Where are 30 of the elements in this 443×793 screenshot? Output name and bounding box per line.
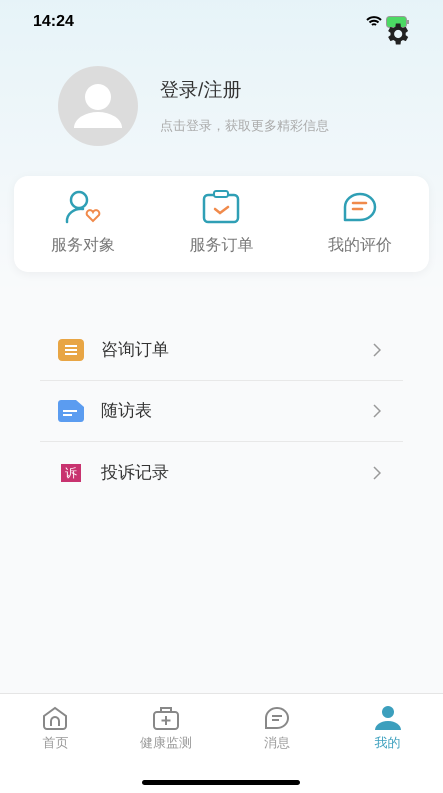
- person-icon: [374, 706, 402, 730]
- menu-item[interactable]: 咨询订单: [40, 320, 403, 381]
- menu-item[interactable]: 诉 投诉记录: [40, 442, 403, 503]
- complaint-icon: 诉: [61, 464, 81, 482]
- login-hint: 点击登录，获取更多精彩信息: [160, 116, 329, 134]
- tab[interactable]: 首页: [0, 706, 111, 752]
- shortcut-label[interactable]: 服务订单: [189, 234, 254, 258]
- tab[interactable]: 我的: [332, 706, 443, 752]
- home-icon: [41, 706, 70, 730]
- battery-icon: [386, 16, 410, 28]
- shortcut-label[interactable]: 服务对象: [51, 234, 116, 258]
- chat-icon: [262, 706, 291, 730]
- clipboard-check-icon: [201, 190, 242, 224]
- status-time: 14:24: [33, 12, 74, 32]
- person-heart-icon: [63, 190, 104, 224]
- chevron-right-icon: [373, 404, 381, 418]
- menu-item[interactable]: 随访表: [40, 381, 403, 442]
- shortcut-label[interactable]: 我的评价: [328, 234, 392, 258]
- chevron-right-icon: [373, 343, 381, 357]
- document-icon: [58, 400, 84, 422]
- menu-label: 咨询订单: [101, 339, 170, 362]
- tab[interactable]: 消息: [222, 706, 332, 752]
- menu-label: 随访表: [101, 400, 153, 422]
- chevron-right-icon: [373, 466, 381, 480]
- medical-kit-icon: [152, 706, 180, 730]
- menu-label: 投诉记录: [101, 462, 170, 484]
- wifi-icon: [366, 16, 382, 28]
- login-link[interactable]: 登录/注册: [160, 77, 329, 106]
- list-icon: [58, 339, 84, 361]
- tab[interactable]: 健康监测: [110, 706, 222, 752]
